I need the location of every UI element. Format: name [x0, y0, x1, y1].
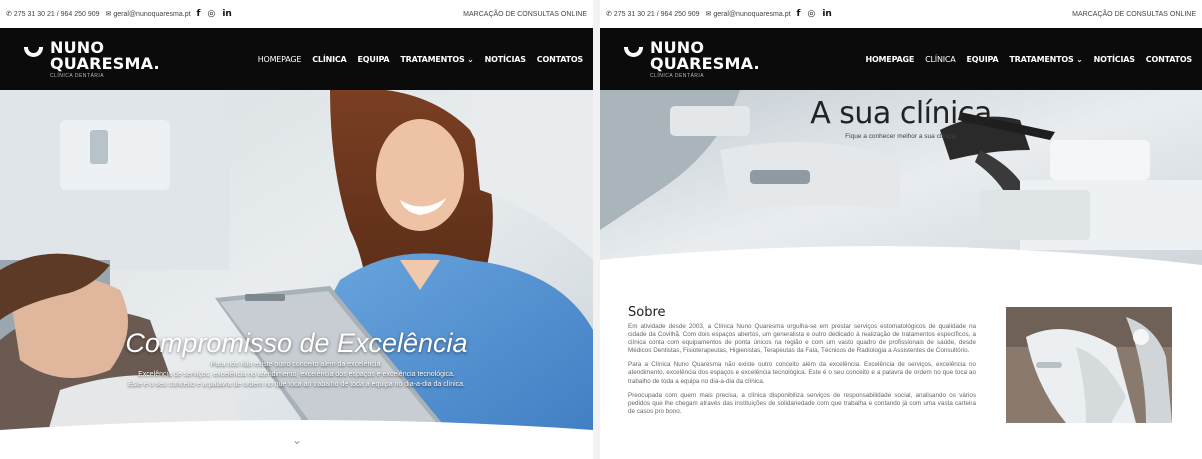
site-header-2: NUNO QUARESMA. CLÍNICA DENTÁRIA HOMEPAGE… [600, 28, 1202, 90]
facebook-icon[interactable]: f [197, 9, 201, 19]
hero-line2: Excelência de serviços, excelência no at… [138, 371, 455, 378]
facebook-icon[interactable]: f [797, 9, 801, 19]
nav-contatos[interactable]: CONTATOS [537, 55, 583, 64]
email-link[interactable]: ✉ geral@nunoquaresma.pt [105, 10, 191, 19]
nav-homepage[interactable]: HOMEPAGE [258, 55, 302, 64]
logo[interactable]: NUNO QUARESMA. CLÍNICA DENTÁRIA [24, 39, 160, 79]
email-link-2[interactable]: ✉ geral@nunoquaresma.pt [705, 10, 791, 19]
nav-noticias[interactable]: NOTÍCIAS [485, 55, 526, 64]
email-address-2: geral@nunoquaresma.pt [713, 10, 791, 18]
envelope-icon: ✉ [105, 11, 112, 18]
linkedin-icon[interactable]: in [222, 9, 232, 19]
phone-link[interactable]: ✆ 275 31 30 21 / 964 250 909 [6, 10, 100, 19]
logo-2[interactable]: NUNO QUARESMA. CLÍNICA DENTÁRIA [624, 39, 760, 79]
dental-chair-photo [1006, 307, 1172, 423]
about-title: Sobre [628, 305, 666, 320]
email-address: geral@nunoquaresma.pt [113, 10, 191, 18]
nav-equipa-2[interactable]: EQUIPA [967, 55, 999, 64]
nav-contatos-2[interactable]: CONTATOS [1146, 55, 1192, 64]
instagram-icon[interactable]: ◎ [207, 9, 215, 19]
nav-homepage-2[interactable]: HOMEPAGE [865, 55, 914, 64]
hero-title: Compromisso de Excelência [125, 328, 468, 358]
logo-smile-icon [24, 47, 43, 57]
logo-line2-2: QUARESMA. [650, 53, 760, 73]
logo-tagline-2: CLÍNICA DENTÁRIA [650, 72, 705, 79]
hero-line1: Para nós não existe outro conceito além … [210, 361, 383, 368]
top-bar: ✆ 275 31 30 21 / 964 250 909 ✉ geral@nun… [0, 0, 593, 28]
clinic-panel: ✆ 275 31 30 21 / 964 250 909 ✉ geral@nun… [600, 0, 1202, 459]
main-nav-2: HOMEPAGE CLÍNICA EQUIPA TRATAMENTOS ⌄ NO… [854, 55, 1192, 64]
nav-tratamentos[interactable]: TRATAMENTOS ⌄ [400, 55, 473, 64]
about-paragraph-3: Preocupada com quem mais precisa, a clín… [628, 391, 976, 415]
hero-photo [0, 90, 593, 459]
phone-number-2: 275 31 30 21 / 964 250 909 [613, 10, 700, 18]
site-header: NUNO QUARESMA. CLÍNICA DENTÁRIA HOMEPAGE… [0, 28, 593, 90]
nav-clinica-2[interactable]: CLÍNICA [925, 55, 956, 64]
phone-link-2[interactable]: ✆ 275 31 30 21 / 964 250 909 [606, 10, 700, 19]
about-paragraph-1: Em atividade desde 2003, a Clínica Nuno … [628, 323, 976, 355]
scroll-down-button[interactable]: ⌄ [285, 428, 309, 452]
clinic-hero: A sua clínica Fique a conhecer melhor a … [600, 90, 1202, 280]
logo-line2: QUARESMA. [50, 53, 160, 73]
envelope-icon: ✉ [705, 11, 712, 18]
top-bar-2: ✆ 275 31 30 21 / 964 250 909 ✉ geral@nun… [600, 0, 1202, 28]
logo-smile-icon [624, 47, 643, 57]
nav-clinica[interactable]: CLÍNICA [312, 55, 346, 64]
booking-link[interactable]: MARCAÇÃO DE CONSULTAS ONLINE [463, 11, 587, 18]
phone-icon: ✆ [606, 11, 612, 18]
instagram-icon[interactable]: ◎ [807, 9, 815, 19]
booking-link-2[interactable]: MARCAÇÃO DE CONSULTAS ONLINE [1072, 11, 1196, 18]
linkedin-icon[interactable]: in [822, 9, 832, 19]
nav-noticias-2[interactable]: NOTÍCIAS [1094, 55, 1135, 64]
clinic-hero-title: A sua clínica [810, 96, 992, 131]
phone-icon: ✆ [6, 11, 12, 18]
main-nav: HOMEPAGE CLÍNICA EQUIPA TRATAMENTOS ⌄ NO… [247, 55, 584, 64]
hero-subtitle: Para nós não existe outro conceito além … [0, 360, 593, 390]
homepage-panel: ✆ 275 31 30 21 / 964 250 909 ✉ geral@nun… [0, 0, 593, 459]
panel-divider [593, 0, 600, 459]
about-section: Sobre Em atividade desde 2003, a Clínica… [628, 305, 976, 422]
chevron-down-icon: ⌄ [291, 433, 303, 447]
about-paragraph-2: Para a Clínica Nuno Quaresma não existe … [628, 361, 976, 385]
hero-section: Compromisso de Excelência Para nós não e… [0, 90, 593, 459]
nav-tratamentos-2[interactable]: TRATAMENTOS ⌄ [1009, 55, 1082, 64]
phone-number: 275 31 30 21 / 964 250 909 [13, 10, 100, 18]
hero-line3: Este é o seu conceito e a palavra de ord… [127, 381, 465, 388]
nav-equipa[interactable]: EQUIPA [358, 55, 390, 64]
clinic-hero-subtitle: Fique a conhecer melhor a sua clínica. [845, 133, 957, 140]
logo-tagline: CLÍNICA DENTÁRIA [50, 72, 105, 79]
